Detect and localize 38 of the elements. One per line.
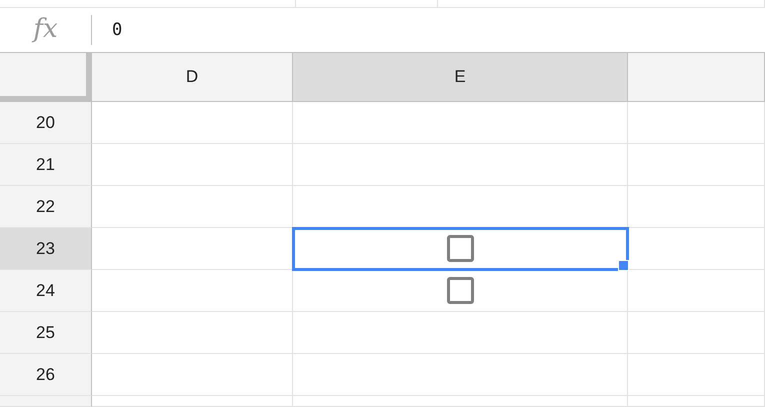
table-cell[interactable] [628,102,765,144]
table-cell[interactable] [92,186,293,228]
table-cell[interactable] [92,312,293,354]
table-cell[interactable] [628,228,765,270]
table-cell[interactable] [293,144,628,186]
column-header[interactable]: D [92,53,293,102]
table-cell[interactable] [92,354,293,396]
column-header[interactable]: E [293,53,628,102]
column-header[interactable] [628,53,765,102]
table-cell[interactable] [92,144,293,186]
select-all-corner[interactable] [0,53,92,102]
formula-value[interactable]: 0 [112,20,122,40]
table-cell[interactable] [628,312,765,354]
table-cell[interactable] [293,396,628,407]
table-cell[interactable] [628,396,765,407]
table-cell[interactable] [92,102,293,144]
row-header[interactable]: 26 [0,354,92,396]
table-cell[interactable] [293,102,628,144]
row-header[interactable]: 24 [0,270,92,312]
table-cell[interactable] [293,354,628,396]
row-header[interactable]: 25 [0,312,92,354]
checkbox[interactable] [446,277,474,304]
row-header[interactable]: 23 [0,228,92,270]
fill-handle[interactable] [618,260,629,271]
table-cell[interactable] [293,228,628,270]
checkbox[interactable] [446,235,474,262]
table-cell[interactable] [628,186,765,228]
row-header[interactable]: 20 [0,102,92,144]
function-label: fx [0,15,92,45]
table-cell[interactable] [92,270,293,312]
table-cell[interactable] [293,312,628,354]
table-cell[interactable] [628,270,765,312]
table-cell[interactable] [92,396,293,407]
table-cell[interactable] [628,354,765,396]
row-header[interactable]: 22 [0,186,92,228]
table-cell[interactable] [293,270,628,312]
row-header[interactable]: 21 [0,144,92,186]
table-cell[interactable] [628,144,765,186]
